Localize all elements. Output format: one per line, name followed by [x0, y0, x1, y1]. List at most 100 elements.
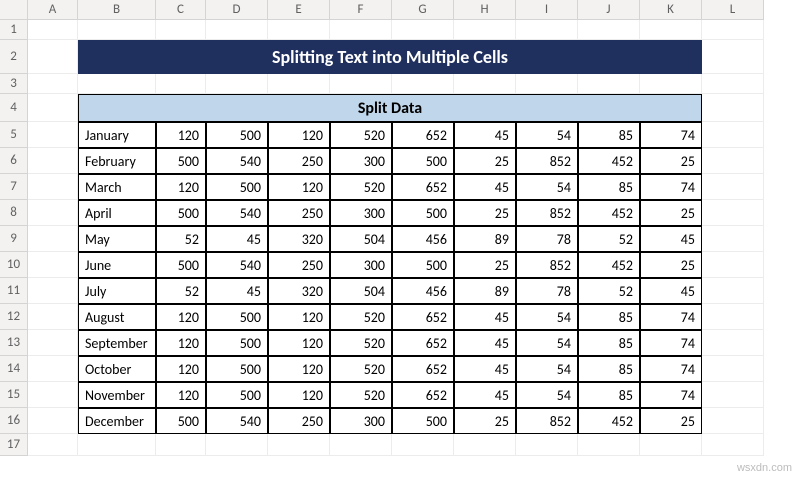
data-cell[interactable]: 120: [268, 382, 330, 408]
data-cell[interactable]: 500: [156, 252, 206, 278]
cell-L16[interactable]: [702, 408, 764, 434]
data-cell[interactable]: 85: [578, 174, 640, 200]
data-cell[interactable]: 520: [330, 356, 392, 382]
data-cell[interactable]: 540: [206, 252, 268, 278]
month-label[interactable]: March: [78, 174, 156, 200]
month-label[interactable]: April: [78, 200, 156, 226]
data-cell[interactable]: 74: [640, 330, 702, 356]
month-label[interactable]: January: [78, 122, 156, 148]
row-header-14[interactable]: 14: [0, 356, 28, 382]
data-cell[interactable]: 852: [516, 252, 578, 278]
data-cell[interactable]: 452: [578, 148, 640, 174]
cell-D3[interactable]: [206, 74, 268, 94]
cell-A11[interactable]: [28, 278, 78, 304]
data-cell[interactable]: 500: [156, 148, 206, 174]
data-cell[interactable]: 652: [392, 174, 454, 200]
cell-H1[interactable]: [454, 20, 516, 40]
data-cell[interactable]: 25: [454, 252, 516, 278]
cell-G1[interactable]: [392, 20, 454, 40]
data-cell[interactable]: 456: [392, 278, 454, 304]
data-cell[interactable]: 300: [330, 252, 392, 278]
col-header-G[interactable]: G: [392, 0, 454, 20]
data-cell[interactable]: 520: [330, 304, 392, 330]
data-cell[interactable]: 54: [516, 382, 578, 408]
cell-E3[interactable]: [268, 74, 330, 94]
cell-A15[interactable]: [28, 382, 78, 408]
data-cell[interactable]: 652: [392, 382, 454, 408]
cell-E17[interactable]: [268, 434, 330, 456]
data-cell[interactable]: 25: [640, 252, 702, 278]
data-cell[interactable]: 45: [454, 356, 516, 382]
data-cell[interactable]: 120: [156, 174, 206, 200]
data-cell[interactable]: 52: [156, 226, 206, 252]
data-cell[interactable]: 85: [578, 382, 640, 408]
data-cell[interactable]: 300: [330, 148, 392, 174]
data-cell[interactable]: 25: [454, 148, 516, 174]
cell-I17[interactable]: [516, 434, 578, 456]
cell-K1[interactable]: [640, 20, 702, 40]
col-header-D[interactable]: D: [206, 0, 268, 20]
cell-G3[interactable]: [392, 74, 454, 94]
cell-E1[interactable]: [268, 20, 330, 40]
cell-L12[interactable]: [702, 304, 764, 330]
data-cell[interactable]: 852: [516, 200, 578, 226]
data-cell[interactable]: 852: [516, 148, 578, 174]
data-cell[interactable]: 250: [268, 200, 330, 226]
cell-L9[interactable]: [702, 226, 764, 252]
data-cell[interactable]: 52: [578, 278, 640, 304]
month-label[interactable]: May: [78, 226, 156, 252]
cell-L4[interactable]: [702, 94, 764, 122]
data-cell[interactable]: 120: [268, 174, 330, 200]
cell-D1[interactable]: [206, 20, 268, 40]
cell-I3[interactable]: [516, 74, 578, 94]
data-cell[interactable]: 120: [156, 356, 206, 382]
data-cell[interactable]: 25: [640, 148, 702, 174]
cell-C17[interactable]: [156, 434, 206, 456]
cell-K3[interactable]: [640, 74, 702, 94]
cell-B17[interactable]: [78, 434, 156, 456]
col-header-I[interactable]: I: [516, 0, 578, 20]
cell-A14[interactable]: [28, 356, 78, 382]
data-cell[interactable]: 54: [516, 330, 578, 356]
data-cell[interactable]: 45: [640, 278, 702, 304]
data-cell[interactable]: 78: [516, 278, 578, 304]
cell-L2[interactable]: [702, 40, 764, 74]
col-header-C[interactable]: C: [156, 0, 206, 20]
cell-A1[interactable]: [28, 20, 78, 40]
cell-L3[interactable]: [702, 74, 764, 94]
cell-I1[interactable]: [516, 20, 578, 40]
col-header-J[interactable]: J: [578, 0, 640, 20]
data-cell[interactable]: 652: [392, 122, 454, 148]
data-cell[interactable]: 120: [268, 304, 330, 330]
month-label[interactable]: July: [78, 278, 156, 304]
data-cell[interactable]: 85: [578, 356, 640, 382]
data-cell[interactable]: 320: [268, 226, 330, 252]
cell-C1[interactable]: [156, 20, 206, 40]
row-header-1[interactable]: 1: [0, 20, 28, 40]
cell-K17[interactable]: [640, 434, 702, 456]
row-header-3[interactable]: 3: [0, 74, 28, 94]
cell-J1[interactable]: [578, 20, 640, 40]
data-cell[interactable]: 504: [330, 226, 392, 252]
cell-F3[interactable]: [330, 74, 392, 94]
data-cell[interactable]: 45: [454, 330, 516, 356]
cell-B3[interactable]: [78, 74, 156, 94]
data-cell[interactable]: 500: [392, 148, 454, 174]
data-cell[interactable]: 45: [454, 382, 516, 408]
data-cell[interactable]: 85: [578, 330, 640, 356]
data-cell[interactable]: 520: [330, 330, 392, 356]
data-cell[interactable]: 45: [454, 174, 516, 200]
data-cell[interactable]: 520: [330, 174, 392, 200]
col-header-H[interactable]: H: [454, 0, 516, 20]
data-cell[interactable]: 54: [516, 304, 578, 330]
data-cell[interactable]: 45: [640, 226, 702, 252]
cell-A17[interactable]: [28, 434, 78, 456]
row-header-11[interactable]: 11: [0, 278, 28, 304]
month-label[interactable]: December: [78, 408, 156, 434]
data-cell[interactable]: 452: [578, 200, 640, 226]
row-header-17[interactable]: 17: [0, 434, 28, 456]
data-cell[interactable]: 85: [578, 122, 640, 148]
cell-A6[interactable]: [28, 148, 78, 174]
cell-H3[interactable]: [454, 74, 516, 94]
cell-A4[interactable]: [28, 94, 78, 122]
